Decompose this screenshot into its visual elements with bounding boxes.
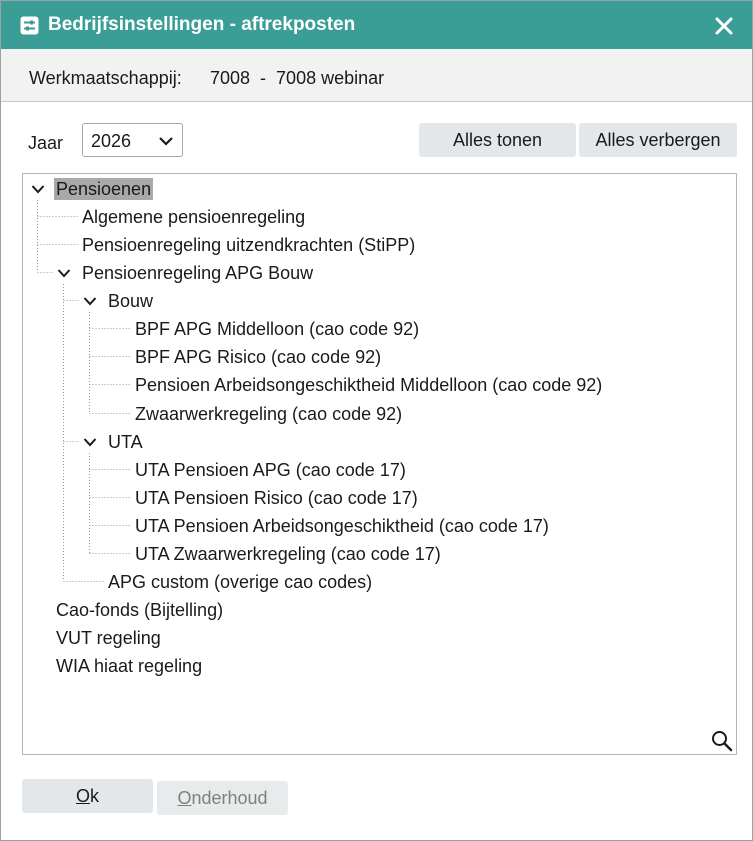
maintenance-button[interactable]: Onderhoud: [157, 781, 288, 815]
settings-sliders-icon: [20, 16, 39, 35]
close-icon[interactable]: [713, 15, 735, 37]
company-bar: Werkmaatschappij: 7008 - 7008 webinar: [1, 49, 752, 102]
title-bar: Bedrijfsinstellingen - aftrekposten: [1, 1, 752, 49]
tree-node[interactable]: UTA Pensioen Arbeidsongeschiktheid (cao …: [135, 515, 549, 537]
chevron-down-icon[interactable]: [83, 437, 97, 447]
tree-view[interactable]: Pensioenen Algemene pensioenregeling Pen…: [22, 173, 737, 755]
tree-node[interactable]: Algemene pensioenregeling: [82, 206, 305, 228]
tree-node[interactable]: WIA hiaat regeling: [56, 655, 202, 677]
chevron-down-icon[interactable]: [83, 296, 97, 306]
search-icon[interactable]: [711, 730, 733, 752]
ok-button[interactable]: Ok: [22, 779, 153, 813]
tree-node[interactable]: UTA Pensioen APG (cao code 17): [135, 459, 406, 481]
year-select[interactable]: 2026: [82, 123, 183, 157]
tree-node[interactable]: APG custom (overige cao codes): [108, 571, 372, 593]
ok-label-rest: k: [90, 786, 99, 806]
maintenance-label-rest: nderhoud: [191, 788, 268, 808]
maintenance-mnemonic: O: [177, 788, 192, 808]
year-value: 2026: [91, 131, 132, 151]
tree-node[interactable]: BPF APG Middelloon (cao code 92): [135, 318, 419, 340]
tree-node-bouw[interactable]: Bouw: [108, 290, 153, 312]
year-label: Jaar: [28, 133, 64, 153]
tree-node[interactable]: Zwaarwerkregeling (cao code 92): [135, 403, 402, 425]
company-value: 7008 - 7008 webinar: [210, 68, 385, 88]
chevron-down-icon[interactable]: [31, 184, 45, 194]
tree-node[interactable]: Cao-fonds (Bijtelling): [56, 599, 223, 621]
tree-node[interactable]: UTA Zwaarwerkregeling (cao code 17): [135, 543, 441, 565]
tree-node-apg-bouw[interactable]: Pensioenregeling APG Bouw: [82, 262, 313, 284]
tree-node-pensioenen[interactable]: Pensioenen: [54, 178, 154, 200]
chevron-down-icon: [159, 137, 173, 146]
chevron-down-icon[interactable]: [57, 268, 71, 278]
tree-node[interactable]: UTA Pensioen Risico (cao code 17): [135, 487, 418, 509]
company-label: Werkmaatschappij:: [29, 68, 182, 88]
tree-node[interactable]: BPF APG Risico (cao code 92): [135, 346, 381, 368]
hide-all-button[interactable]: Alles verbergen: [579, 123, 737, 157]
tree-node-uta[interactable]: UTA: [108, 431, 143, 453]
ok-mnemonic: O: [75, 786, 90, 806]
show-all-button[interactable]: Alles tonen: [419, 123, 576, 157]
dialog-title: Bedrijfsinstellingen - aftrekposten: [48, 14, 356, 35]
tree-node[interactable]: Pensioen Arbeidsongeschiktheid Middelloo…: [135, 374, 602, 396]
tree-node[interactable]: VUT regeling: [56, 627, 161, 649]
dialog-window: Bedrijfsinstellingen - aftrekposten Werk…: [0, 0, 753, 841]
tree-node[interactable]: Pensioenregeling uitzendkrachten (StiPP): [82, 234, 415, 256]
